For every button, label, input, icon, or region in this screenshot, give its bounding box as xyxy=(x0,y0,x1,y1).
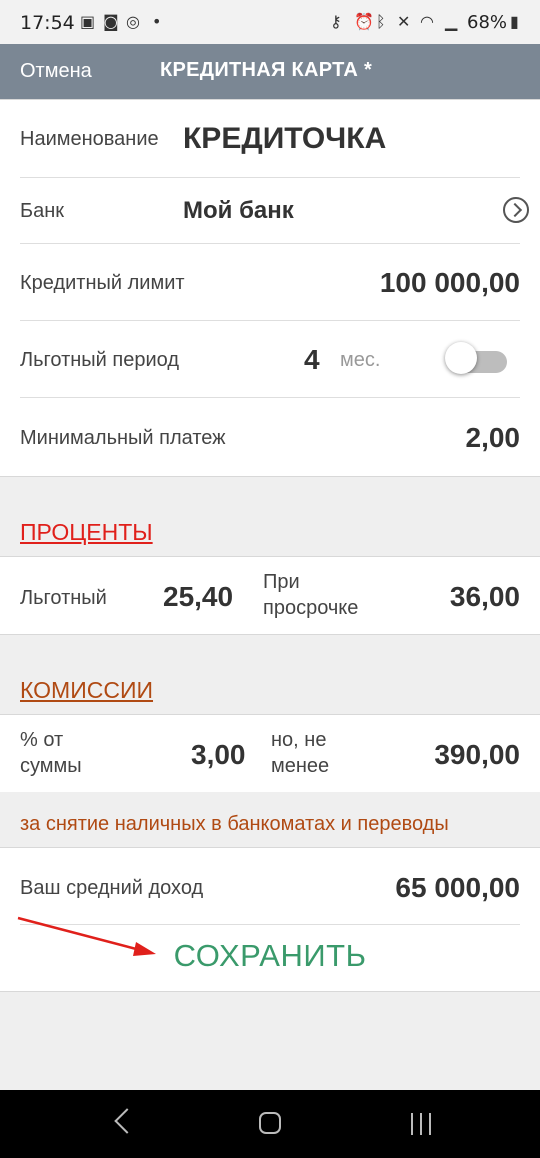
interest-overdue-label-1: При xyxy=(263,571,300,593)
grace-period-label: Льготный период xyxy=(20,349,179,371)
cancel-button[interactable]: Отмена xyxy=(20,60,92,83)
fee-percent-value[interactable]: 3,00 xyxy=(191,739,246,771)
key-icon: ⚷ xyxy=(330,12,342,31)
credit-limit-value[interactable]: 100 000,00 xyxy=(380,267,520,299)
page-title: КРЕДИТНАЯ КАРТА * xyxy=(160,59,373,81)
mute-icon: ✕ xyxy=(397,12,411,31)
dot-icon: • xyxy=(152,12,162,31)
toggle-knob xyxy=(445,342,477,374)
annotation-arrow-icon xyxy=(17,916,156,956)
name-label: Наименование xyxy=(20,128,159,150)
fee-min-label-1: но, не xyxy=(271,729,327,751)
fees-section-title: КОМИССИИ xyxy=(20,677,154,703)
min-payment-row[interactable]: Минимальный платеж 2,00 xyxy=(20,397,520,475)
sync-icon: ◎ xyxy=(126,12,140,31)
home-nav-icon[interactable] xyxy=(259,1112,281,1134)
grace-period-value[interactable]: 4 xyxy=(304,344,320,376)
toolbar: Отмена КРЕДИТНАЯ КАРТА * xyxy=(0,44,540,99)
signal-icon: ▁ xyxy=(445,12,458,31)
name-value[interactable]: КРЕДИТОЧКА xyxy=(183,122,386,156)
arrow-shaft xyxy=(17,916,141,952)
status-time: 17:54 xyxy=(20,12,75,34)
name-row[interactable]: Наименование КРЕДИТОЧКА xyxy=(20,100,520,178)
system-nav-bar xyxy=(0,1090,540,1158)
status-bar: 17:54 ▣ ◙ ◎ • ⚷ ⏰ ᛒ ✕ ◠ ▁ 68% ▮ xyxy=(0,0,540,44)
credit-limit-row[interactable]: Кредитный лимит 100 000,00 xyxy=(20,243,520,321)
back-nav-icon[interactable] xyxy=(114,1108,140,1134)
wifi-icon: ◠ xyxy=(420,12,434,31)
min-payment-label: Минимальный платеж xyxy=(20,427,226,449)
arrow-head xyxy=(133,942,156,956)
bluetooth-icon: ᛒ xyxy=(376,12,386,31)
fee-min-label-2: менее xyxy=(271,755,330,777)
bank-row[interactable]: Банк Мой банк xyxy=(20,177,529,244)
interest-overdue-label-2: просрочке xyxy=(263,597,359,619)
fee-percent-label-1: % от xyxy=(20,729,64,751)
image-icon: ▣ xyxy=(80,12,96,31)
grace-period-unit: мес. xyxy=(340,349,381,371)
chevron-right-icon[interactable] xyxy=(503,197,529,223)
battery-icon: ▮ xyxy=(510,12,519,31)
camera-icon: ◙ xyxy=(103,12,119,31)
grace-period-toggle[interactable] xyxy=(443,340,507,376)
fees-note: за снятие наличных в банкоматах и перево… xyxy=(20,813,449,835)
interest-card: Льготный 25,40 При просрочке 36,00 xyxy=(0,556,540,635)
interest-grace-value[interactable]: 25,40 xyxy=(163,581,233,613)
interest-overdue-value[interactable]: 36,00 xyxy=(450,581,520,613)
battery-level: 68% xyxy=(467,12,508,33)
interest-section-title: ПРОЦЕНТЫ xyxy=(20,519,153,545)
min-payment-value[interactable]: 2,00 xyxy=(466,422,521,454)
fee-min-value[interactable]: 390,00 xyxy=(434,739,520,771)
recent-apps-icon[interactable] xyxy=(411,1113,433,1135)
interest-grace-label: Льготный xyxy=(20,587,107,609)
bank-label: Банк xyxy=(20,200,65,222)
fee-percent-label-2: суммы xyxy=(20,755,82,777)
income-label: Ваш средний доход xyxy=(20,877,204,899)
grace-period-row[interactable]: Льготный период 4 мес. xyxy=(20,320,520,398)
alarm-icon: ⏰ xyxy=(354,12,374,31)
credit-limit-label: Кредитный лимит xyxy=(20,272,185,294)
fees-note-bar: за снятие наличных в банкоматах и перево… xyxy=(0,792,540,847)
card-details-form: Наименование КРЕДИТОЧКА Банк Мой банк Кр… xyxy=(0,99,540,477)
fees-card: % от суммы 3,00 но, не менее 390,00 xyxy=(0,714,540,793)
bank-value[interactable]: Мой банк xyxy=(183,197,294,225)
